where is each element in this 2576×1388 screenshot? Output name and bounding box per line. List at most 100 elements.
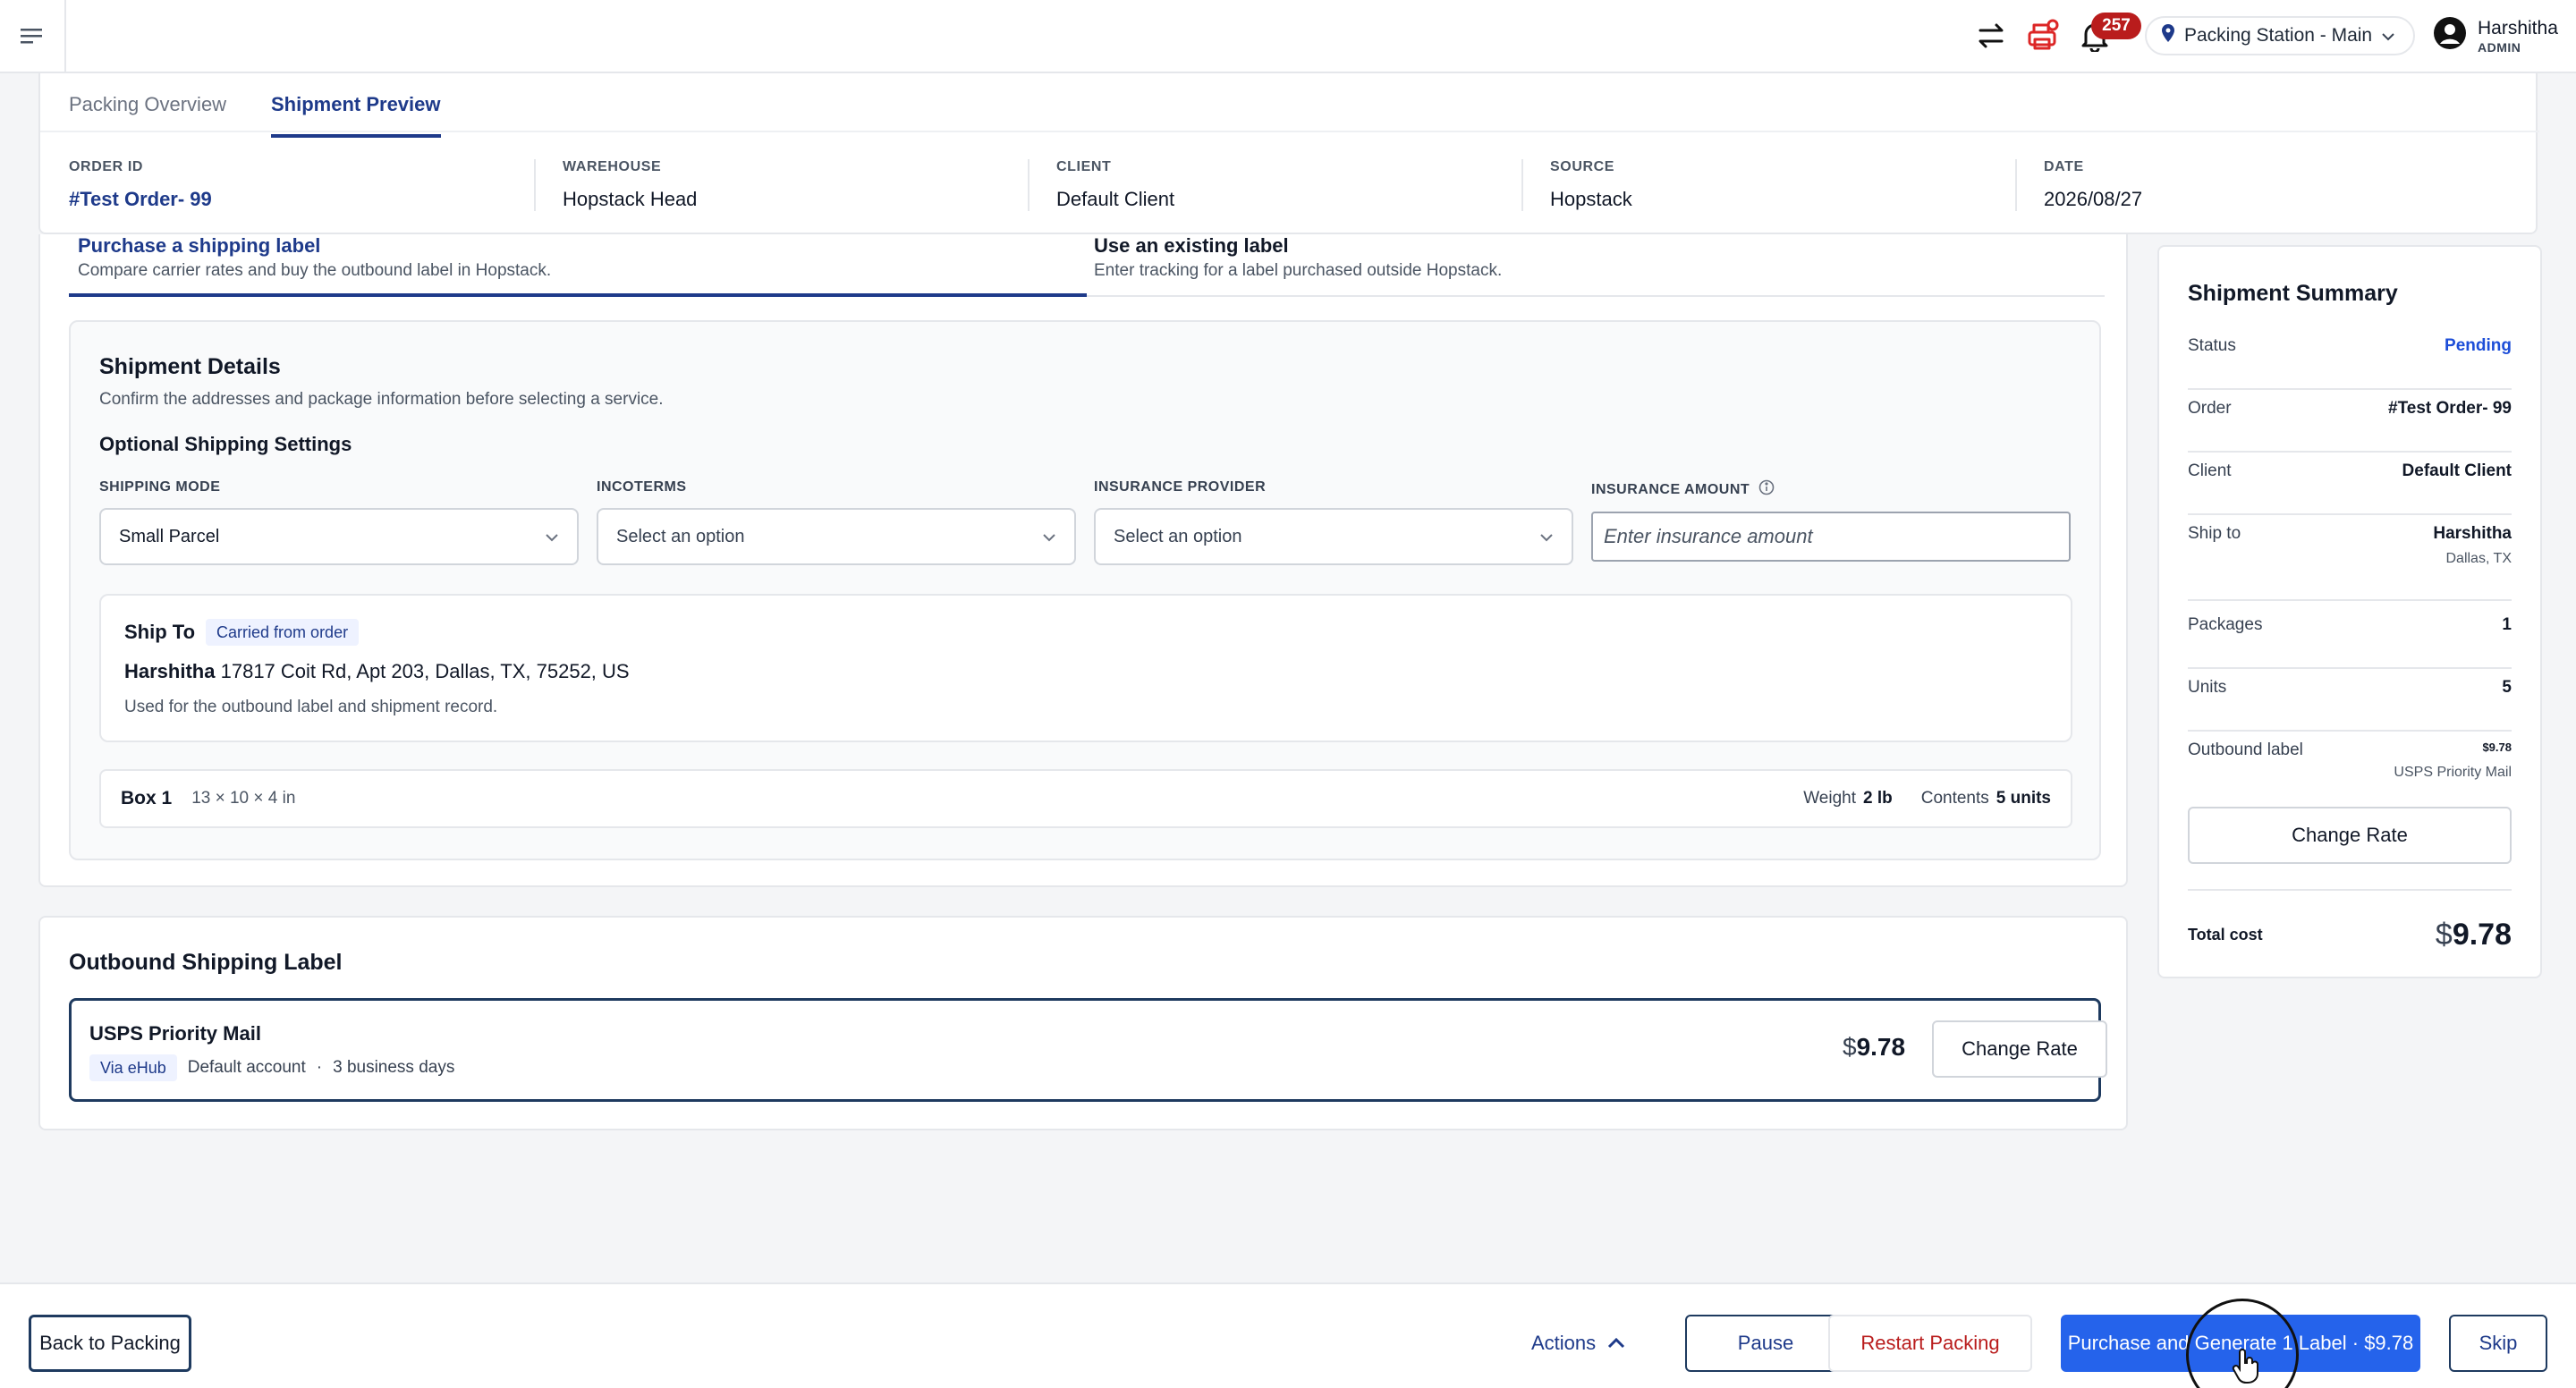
summary-key: Status xyxy=(2188,336,2236,355)
currency-symbol: $ xyxy=(1843,1033,1857,1061)
ship-to-note: Used for the outbound label and shipment… xyxy=(124,698,498,716)
option-divider xyxy=(1087,295,2105,297)
meta-date: DATE 2026/08/27 xyxy=(2044,159,2142,211)
summary-key: Packages xyxy=(2188,615,2263,634)
meta-value: Hopstack Head xyxy=(563,188,698,210)
option-title: Purchase a shipping label xyxy=(78,234,321,257)
summary-key: Outbound label xyxy=(2188,741,2303,759)
shipment-summary-card: Shipment Summary Status Pending Order #T… xyxy=(2157,245,2542,978)
summary-row-packages: Packages 1 xyxy=(2188,615,2512,669)
summary-service: USPS Priority Mail xyxy=(2394,765,2512,780)
option-subtitle: Compare carrier rates and buy the outbou… xyxy=(78,261,552,280)
top-bar: 257 Packing Station - Main Harshitha ADM… xyxy=(0,0,2576,73)
dot-separator: · xyxy=(316,1058,323,1077)
summary-key: Client xyxy=(2188,461,2232,480)
contents-label: Contents xyxy=(1920,789,1989,808)
incoterms-label: INCOTERMS xyxy=(597,479,687,495)
rate-meta: Via eHub Default account · 3 business da… xyxy=(89,1054,454,1081)
ship-to-name: Harshitha xyxy=(124,660,216,682)
outbound-title: Outbound Shipping Label xyxy=(69,950,343,975)
pause-button[interactable]: Pause xyxy=(1685,1315,1846,1372)
menu-icon[interactable] xyxy=(0,0,66,72)
summary-row-client: Client Default Client xyxy=(2188,461,2512,515)
shipment-details-title: Shipment Details xyxy=(99,354,281,379)
summary-row-status: Status Pending xyxy=(2188,336,2512,390)
box-row: Box 1 13 × 10 × 4 in Weight 2 lb Content… xyxy=(99,769,2072,828)
total-value: 9.78 xyxy=(2452,918,2512,952)
summary-change-rate-button[interactable]: Change Rate xyxy=(2188,807,2512,864)
change-rate-button[interactable]: Change Rate xyxy=(1932,1020,2107,1078)
price-value: 9.78 xyxy=(1856,1033,1906,1061)
summary-total: Total cost $9.78 xyxy=(2188,918,2512,952)
ship-to-title: Ship To xyxy=(124,621,196,643)
location-pin-icon xyxy=(2161,24,2175,47)
incoterms-select[interactable]: Select an option xyxy=(597,508,1076,565)
meta-warehouse: WAREHOUSE Hopstack Head xyxy=(563,159,697,211)
meta-value: 2026/08/27 xyxy=(2044,188,2143,210)
meta-divider xyxy=(1028,159,1030,211)
option-subtitle: Enter tracking for a label purchased out… xyxy=(1094,261,1503,280)
meta-value: Hopstack xyxy=(1550,188,1632,210)
status-value: Pending xyxy=(2445,336,2512,355)
actions-dropdown[interactable]: Actions xyxy=(1531,1315,1626,1372)
currency-symbol: $ xyxy=(2435,918,2453,952)
account-name: Default account xyxy=(187,1058,306,1077)
summary-value: 5 xyxy=(2502,678,2512,697)
meta-order-id: ORDER ID #Test Order- 99 xyxy=(69,159,212,211)
back-to-packing-button[interactable]: Back to Packing xyxy=(29,1315,191,1372)
insurance-amount-label: INSURANCE AMOUNT xyxy=(1591,479,1775,500)
box-dimensions: 13 × 10 × 4 in xyxy=(191,789,296,808)
chevron-down-icon xyxy=(1539,527,1554,547)
restart-packing-button[interactable]: Restart Packing xyxy=(1828,1315,2032,1372)
meta-label: WAREHOUSE xyxy=(563,159,662,174)
selected-rate[interactable]: USPS Priority Mail Via eHub Default acco… xyxy=(69,998,2107,1102)
weight-value: 2 lb xyxy=(1862,789,1893,808)
carrier-name: USPS Priority Mail xyxy=(89,1022,261,1045)
meta-label: DATE xyxy=(2044,159,2084,174)
chevron-up-icon xyxy=(1606,1332,1626,1355)
notification-count-badge: 257 xyxy=(2091,13,2141,39)
station-selector[interactable]: Packing Station - Main xyxy=(2145,16,2415,55)
meta-divider xyxy=(534,159,536,211)
summary-value: #Test Order- 99 xyxy=(2388,399,2512,418)
total-amount: $9.78 xyxy=(2436,918,2512,952)
select-value: Select an option xyxy=(616,526,745,546)
summary-value: Harshitha xyxy=(2433,524,2512,543)
ship-to-summary: Harshitha Dallas, TX xyxy=(2433,524,2512,567)
shipping-mode-select[interactable]: Small Parcel xyxy=(99,508,579,565)
skip-button[interactable]: Skip xyxy=(2449,1315,2547,1372)
meta-client: CLIENT Default Client xyxy=(1056,159,1174,211)
order-id-link[interactable]: #Test Order- 99 xyxy=(69,188,212,211)
summary-row-order: Order #Test Order- 99 xyxy=(2188,399,2512,453)
summary-key: Ship to xyxy=(2188,524,2241,543)
meta-label: CLIENT xyxy=(1056,159,1112,174)
label-text: INCOTERMS xyxy=(597,479,687,495)
active-option-indicator xyxy=(69,293,1087,297)
user-avatar-icon xyxy=(2433,16,2467,55)
insurance-provider-label: INSURANCE PROVIDER xyxy=(1094,479,1266,495)
meta-divider xyxy=(2015,159,2017,211)
swap-arrows-icon[interactable] xyxy=(1971,16,2011,55)
via-badge: Via eHub xyxy=(89,1054,177,1081)
info-icon[interactable] xyxy=(1758,479,1775,500)
ship-to-address-line: Harshitha 17817 Coit Rd, Apt 203, Dallas… xyxy=(124,660,630,683)
shipping-label-card: Purchase a shipping label Compare carrie… xyxy=(38,234,2128,887)
hand-cursor-icon xyxy=(2231,1349,2261,1388)
chevron-down-icon xyxy=(2381,25,2395,47)
carried-from-order-badge: Carried from order xyxy=(206,619,360,646)
select-value: Small Parcel xyxy=(119,526,220,546)
user-menu[interactable]: Harshitha ADMIN xyxy=(2433,11,2558,61)
total-label: Total cost xyxy=(2188,926,2263,944)
insurance-provider-select[interactable]: Select an option xyxy=(1094,508,1573,565)
rate-price: $9.78 xyxy=(1843,1033,1905,1062)
bottom-action-bar: Back to Packing Actions Pause Restart Pa… xyxy=(0,1282,2576,1388)
order-header-card: Packing Overview Shipment Preview ORDER … xyxy=(38,73,2539,234)
summary-value: 1 xyxy=(2502,615,2512,634)
outbound-label-card: Outbound Shipping Label USPS Priority Ma… xyxy=(38,916,2128,1130)
summary-divider xyxy=(2188,889,2512,891)
summary-key: Order xyxy=(2188,399,2232,418)
printer-alert-icon[interactable] xyxy=(2023,16,2063,55)
summary-city: Dallas, TX xyxy=(2445,551,2512,566)
contents-value: 5 units xyxy=(1996,789,2051,808)
insurance-amount-input[interactable] xyxy=(1591,512,2071,562)
